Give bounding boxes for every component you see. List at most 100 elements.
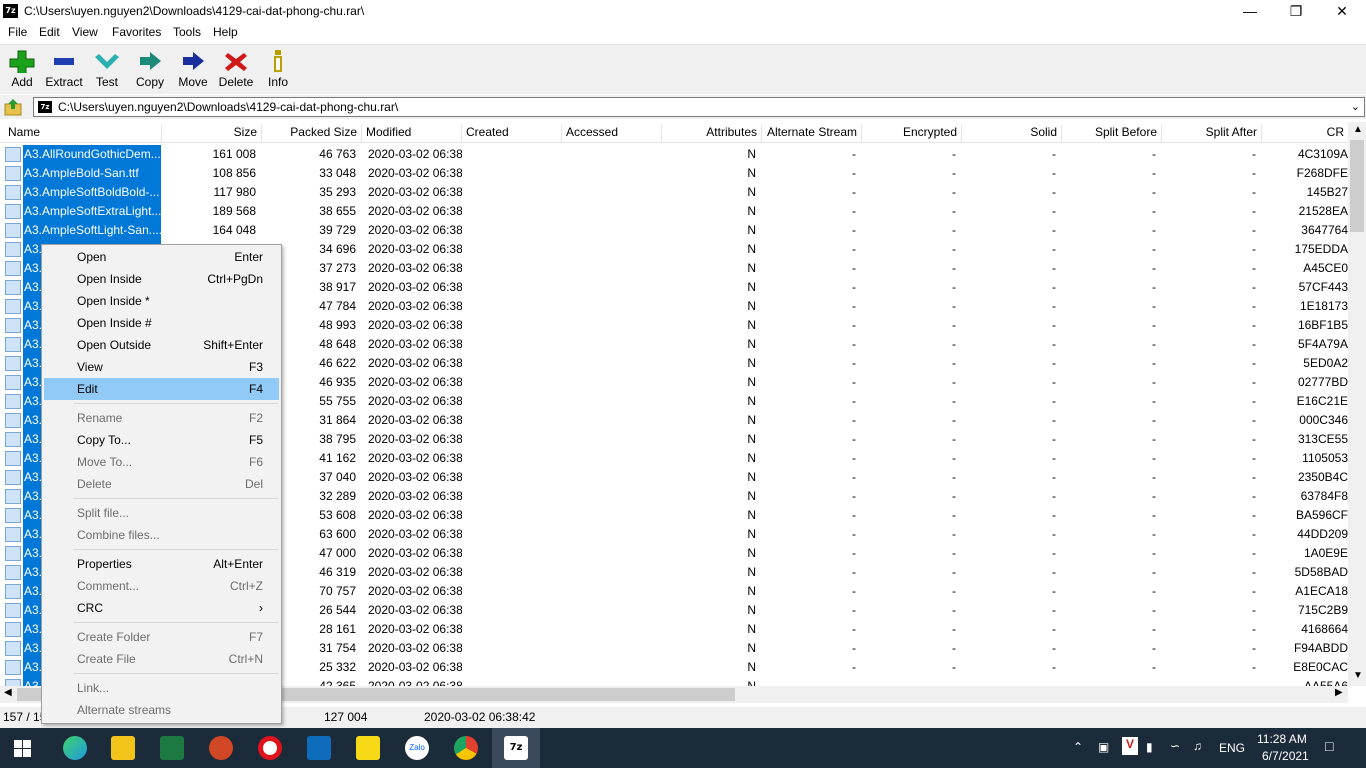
table-row[interactable]: A3.AllRoundGothicDem... 161 008 46 763 2020… bbox=[0, 145, 1348, 164]
chevron-down-icon[interactable]: ⌄ bbox=[1351, 100, 1360, 113]
menu-item-shortcut: F7 bbox=[248, 630, 263, 644]
tray-chevron-up-icon[interactable]: ⌃ bbox=[1073, 740, 1083, 754]
7zip-icon[interactable]: 7z bbox=[504, 736, 528, 760]
menu-help[interactable]: Help bbox=[213, 25, 238, 39]
menu-item-shortcut: F2 bbox=[248, 411, 263, 425]
move-button[interactable]: Move bbox=[171, 49, 215, 89]
col-attributes[interactable]: Attributes bbox=[662, 125, 762, 143]
info-button[interactable]: Info bbox=[256, 49, 300, 89]
table-row[interactable]: A3.AmpleSoftExtraLight... 189 568 38 655 20… bbox=[0, 202, 1348, 221]
col-split-before[interactable]: Split Before bbox=[1062, 125, 1162, 143]
menu-item-open[interactable]: Open Enter bbox=[44, 246, 279, 268]
notification-icon[interactable]: □ bbox=[1325, 738, 1333, 754]
col-created[interactable]: Created bbox=[462, 125, 562, 143]
table-row[interactable]: A3.AmpleBold-San.ttf 108 856 33 048 2020-03… bbox=[0, 164, 1348, 183]
tray-language[interactable]: ENG bbox=[1219, 741, 1245, 755]
tray-wifi-icon[interactable]: ∽ bbox=[1170, 739, 1180, 753]
file-crc: 16BF1B5 bbox=[1297, 318, 1348, 332]
col-alternate-stream[interactable]: Alternate Stream bbox=[762, 125, 862, 143]
sticky-notes-icon[interactable] bbox=[356, 736, 380, 760]
minimize-button[interactable]: — bbox=[1227, 0, 1273, 23]
chrome-icon[interactable] bbox=[454, 736, 478, 760]
font-file-icon bbox=[5, 166, 21, 181]
edge-icon[interactable] bbox=[63, 736, 87, 760]
extract-button[interactable]: Extract bbox=[42, 49, 86, 89]
scroll-up-icon[interactable]: ▲ bbox=[1353, 124, 1363, 135]
folder-up-icon[interactable] bbox=[4, 98, 22, 116]
file-crc: 313CE55 bbox=[1297, 432, 1348, 446]
tray-time[interactable]: 11:28 AM bbox=[1257, 732, 1307, 746]
tray-network-adapter-icon[interactable]: ▣ bbox=[1098, 740, 1109, 754]
close-button[interactable]: ✕ bbox=[1319, 0, 1365, 23]
tray-battery-icon[interactable]: ▮ bbox=[1146, 740, 1153, 754]
col-split-after[interactable]: Split After bbox=[1162, 125, 1262, 143]
file-split-before: - bbox=[1152, 622, 1156, 636]
copy-button[interactable]: Copy bbox=[128, 49, 172, 89]
menu-file[interactable]: File bbox=[8, 25, 27, 39]
file-split-after: - bbox=[1252, 166, 1256, 180]
tray-date[interactable]: 6/7/2021 bbox=[1262, 749, 1309, 763]
tray-volume-icon[interactable]: ♫ bbox=[1193, 739, 1202, 753]
address-input[interactable]: 7z C:\Users\uyen.nguyen2\Downloads\4129-… bbox=[33, 97, 1365, 117]
file-name: A3.AllRoundGothicDem... bbox=[23, 145, 161, 164]
menu-item-open-outside[interactable]: Open Outside Shift+Enter bbox=[44, 334, 279, 356]
menu-tools[interactable]: Tools bbox=[173, 25, 201, 39]
column-header: Name Size Packed Size Modified Created A… bbox=[0, 122, 1348, 143]
file-split-before: - bbox=[1152, 565, 1156, 579]
vertical-scroll-thumb[interactable] bbox=[1350, 140, 1364, 232]
tray-vivaldi-icon[interactable]: V bbox=[1122, 737, 1138, 755]
file-crc: 57CF443 bbox=[1298, 280, 1348, 294]
menu-item-open-inside[interactable]: Open Inside Ctrl+PgDn bbox=[44, 268, 279, 290]
maximize-button[interactable]: ❐ bbox=[1273, 0, 1319, 23]
menu-separator bbox=[74, 498, 278, 499]
menu-item-copy-to[interactable]: Copy To... F5 bbox=[44, 429, 279, 451]
col-name[interactable]: Name bbox=[4, 125, 162, 143]
start-icon[interactable] bbox=[14, 740, 31, 757]
file-crc: 1105053 bbox=[1302, 451, 1348, 465]
menu-favorites[interactable]: Favorites bbox=[112, 25, 161, 39]
table-row[interactable]: A3.AmpleSoftBoldBold-... 117 980 35 293 202… bbox=[0, 183, 1348, 202]
menu-item-open-inside[interactable]: Open Inside * bbox=[44, 290, 279, 312]
menu-item-view[interactable]: View F3 bbox=[44, 356, 279, 378]
menu-view[interactable]: View bbox=[72, 25, 98, 39]
col-size[interactable]: Size bbox=[162, 125, 262, 143]
file-crc: E8E0CAC bbox=[1293, 660, 1348, 674]
col-crc[interactable]: CR bbox=[1262, 125, 1348, 143]
menu-item-properties[interactable]: Properties Alt+Enter bbox=[44, 553, 279, 575]
font-file-icon bbox=[5, 299, 21, 314]
file-solid: - bbox=[1052, 356, 1056, 370]
table-row[interactable]: A3.AmpleSoftLight-San.... 164 048 39 729 20… bbox=[0, 221, 1348, 240]
col-modified[interactable]: Modified bbox=[362, 125, 462, 143]
col-encrypted[interactable]: Encrypted bbox=[862, 125, 962, 143]
file-split-before: - bbox=[1152, 166, 1156, 180]
menu-edit[interactable]: Edit bbox=[39, 25, 60, 39]
file-alternate-stream: - bbox=[852, 603, 856, 617]
outlook-icon[interactable] bbox=[307, 736, 331, 760]
col-packed-size[interactable]: Packed Size bbox=[262, 125, 362, 143]
file-explorer-icon[interactable] bbox=[111, 736, 135, 760]
file-split-before: - bbox=[1152, 223, 1156, 237]
menu-item-crc[interactable]: CRC › bbox=[44, 597, 279, 619]
excel-icon[interactable] bbox=[160, 736, 184, 760]
file-alternate-stream: - bbox=[852, 280, 856, 294]
menu-item-label: Open Inside # bbox=[77, 316, 152, 330]
menu-item-open-inside[interactable]: Open Inside # bbox=[44, 312, 279, 334]
col-solid[interactable]: Solid bbox=[962, 125, 1062, 143]
menu-item-edit[interactable]: Edit F4 bbox=[44, 378, 279, 400]
menu-item-link: Link... bbox=[44, 677, 279, 699]
delete-button[interactable]: Delete bbox=[214, 49, 258, 89]
scroll-right-icon[interactable]: ▶ bbox=[1335, 687, 1343, 698]
scroll-down-icon[interactable]: ▼ bbox=[1353, 670, 1363, 681]
powerpoint-icon[interactable] bbox=[209, 736, 233, 760]
vertical-scrollbar[interactable]: ▲ ▼ bbox=[1348, 122, 1366, 686]
file-attributes: N bbox=[747, 185, 756, 199]
test-button[interactable]: Test bbox=[85, 49, 129, 89]
add-button[interactable]: Add bbox=[0, 49, 44, 89]
opera-icon[interactable] bbox=[258, 736, 282, 760]
file-split-after: - bbox=[1252, 546, 1256, 560]
file-solid: - bbox=[1052, 337, 1056, 351]
col-accessed[interactable]: Accessed bbox=[562, 125, 662, 143]
file-name: A3.AmpleSoftExtraLight... bbox=[23, 202, 161, 221]
zalo-icon[interactable]: Zalo bbox=[405, 736, 429, 760]
scroll-left-icon[interactable]: ◀ bbox=[4, 687, 12, 698]
